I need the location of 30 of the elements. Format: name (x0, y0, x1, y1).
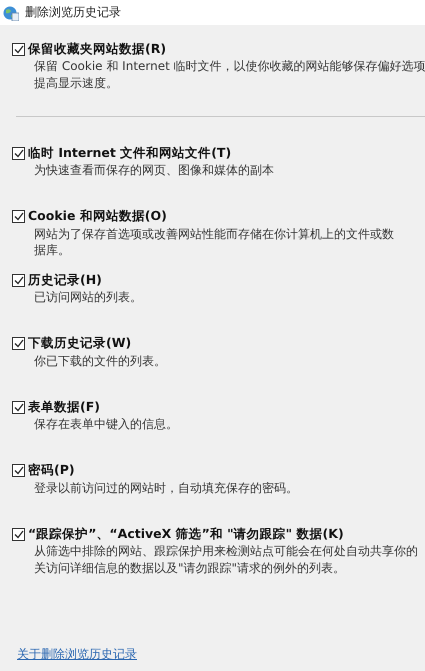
option-label: 临时 Internet 文件和网站文件(T) (28, 144, 232, 162)
checkbox[interactable] (12, 146, 25, 160)
option-description: 网站为了保存首选项或改善网站性能而存储在你计算机上的文件或数 (34, 226, 395, 242)
checkbox[interactable] (12, 400, 25, 414)
option-label: “跟踪保护”、“ActiveX 筛选”和 "请勿跟踪" 数据(K) (28, 526, 344, 542)
option-description: 据库。 (34, 242, 71, 258)
option-description: 保留 Cookie 和 Internet 临时文件，以使你收藏的网站能够保存偏好选项 (34, 58, 425, 74)
option-description: 提高显示速度。 (34, 74, 119, 91)
option-label: Cookie 和网站数据(O) (28, 208, 167, 225)
checkbox[interactable] (12, 528, 25, 540)
option-description: 为快速查看而保存的网页、图像和媒体的副本 (34, 162, 275, 178)
option-description: 从筛选中排除的网站、跟踪保护用来检测站点可能会在何处自动共享你的 (34, 543, 419, 560)
checkbox[interactable] (12, 337, 25, 350)
option-label: 下载历史记录(W) (28, 335, 132, 352)
help-link[interactable]: 关于删除浏览历史记录 (17, 646, 137, 663)
option-label: 表单数据(F) (28, 398, 100, 416)
checkbox[interactable] (12, 210, 25, 223)
window-title: 删除浏览历史记录 (25, 4, 121, 21)
checkbox[interactable] (12, 464, 25, 477)
checkbox[interactable] (12, 274, 25, 286)
option-label: 保留收藏夹网站数据(R) (28, 40, 166, 58)
option-description: 关访问详细信息的数据以及"请勿跟踪"请求的例外的列表。 (34, 560, 346, 576)
globe-icon (3, 4, 19, 20)
option-label: 密码(P) (28, 462, 75, 479)
option-label: 历史记录(H) (28, 272, 102, 288)
checkbox[interactable] (12, 42, 25, 56)
option-description: 登录以前访问过的网站时，自动填充保存的密码。 (34, 480, 299, 496)
option-description: 已访问网站的列表。 (34, 289, 143, 306)
option-description: 你已下载的文件的列表。 (34, 352, 167, 369)
option-description: 保存在表单中键入的信息。 (34, 416, 179, 432)
